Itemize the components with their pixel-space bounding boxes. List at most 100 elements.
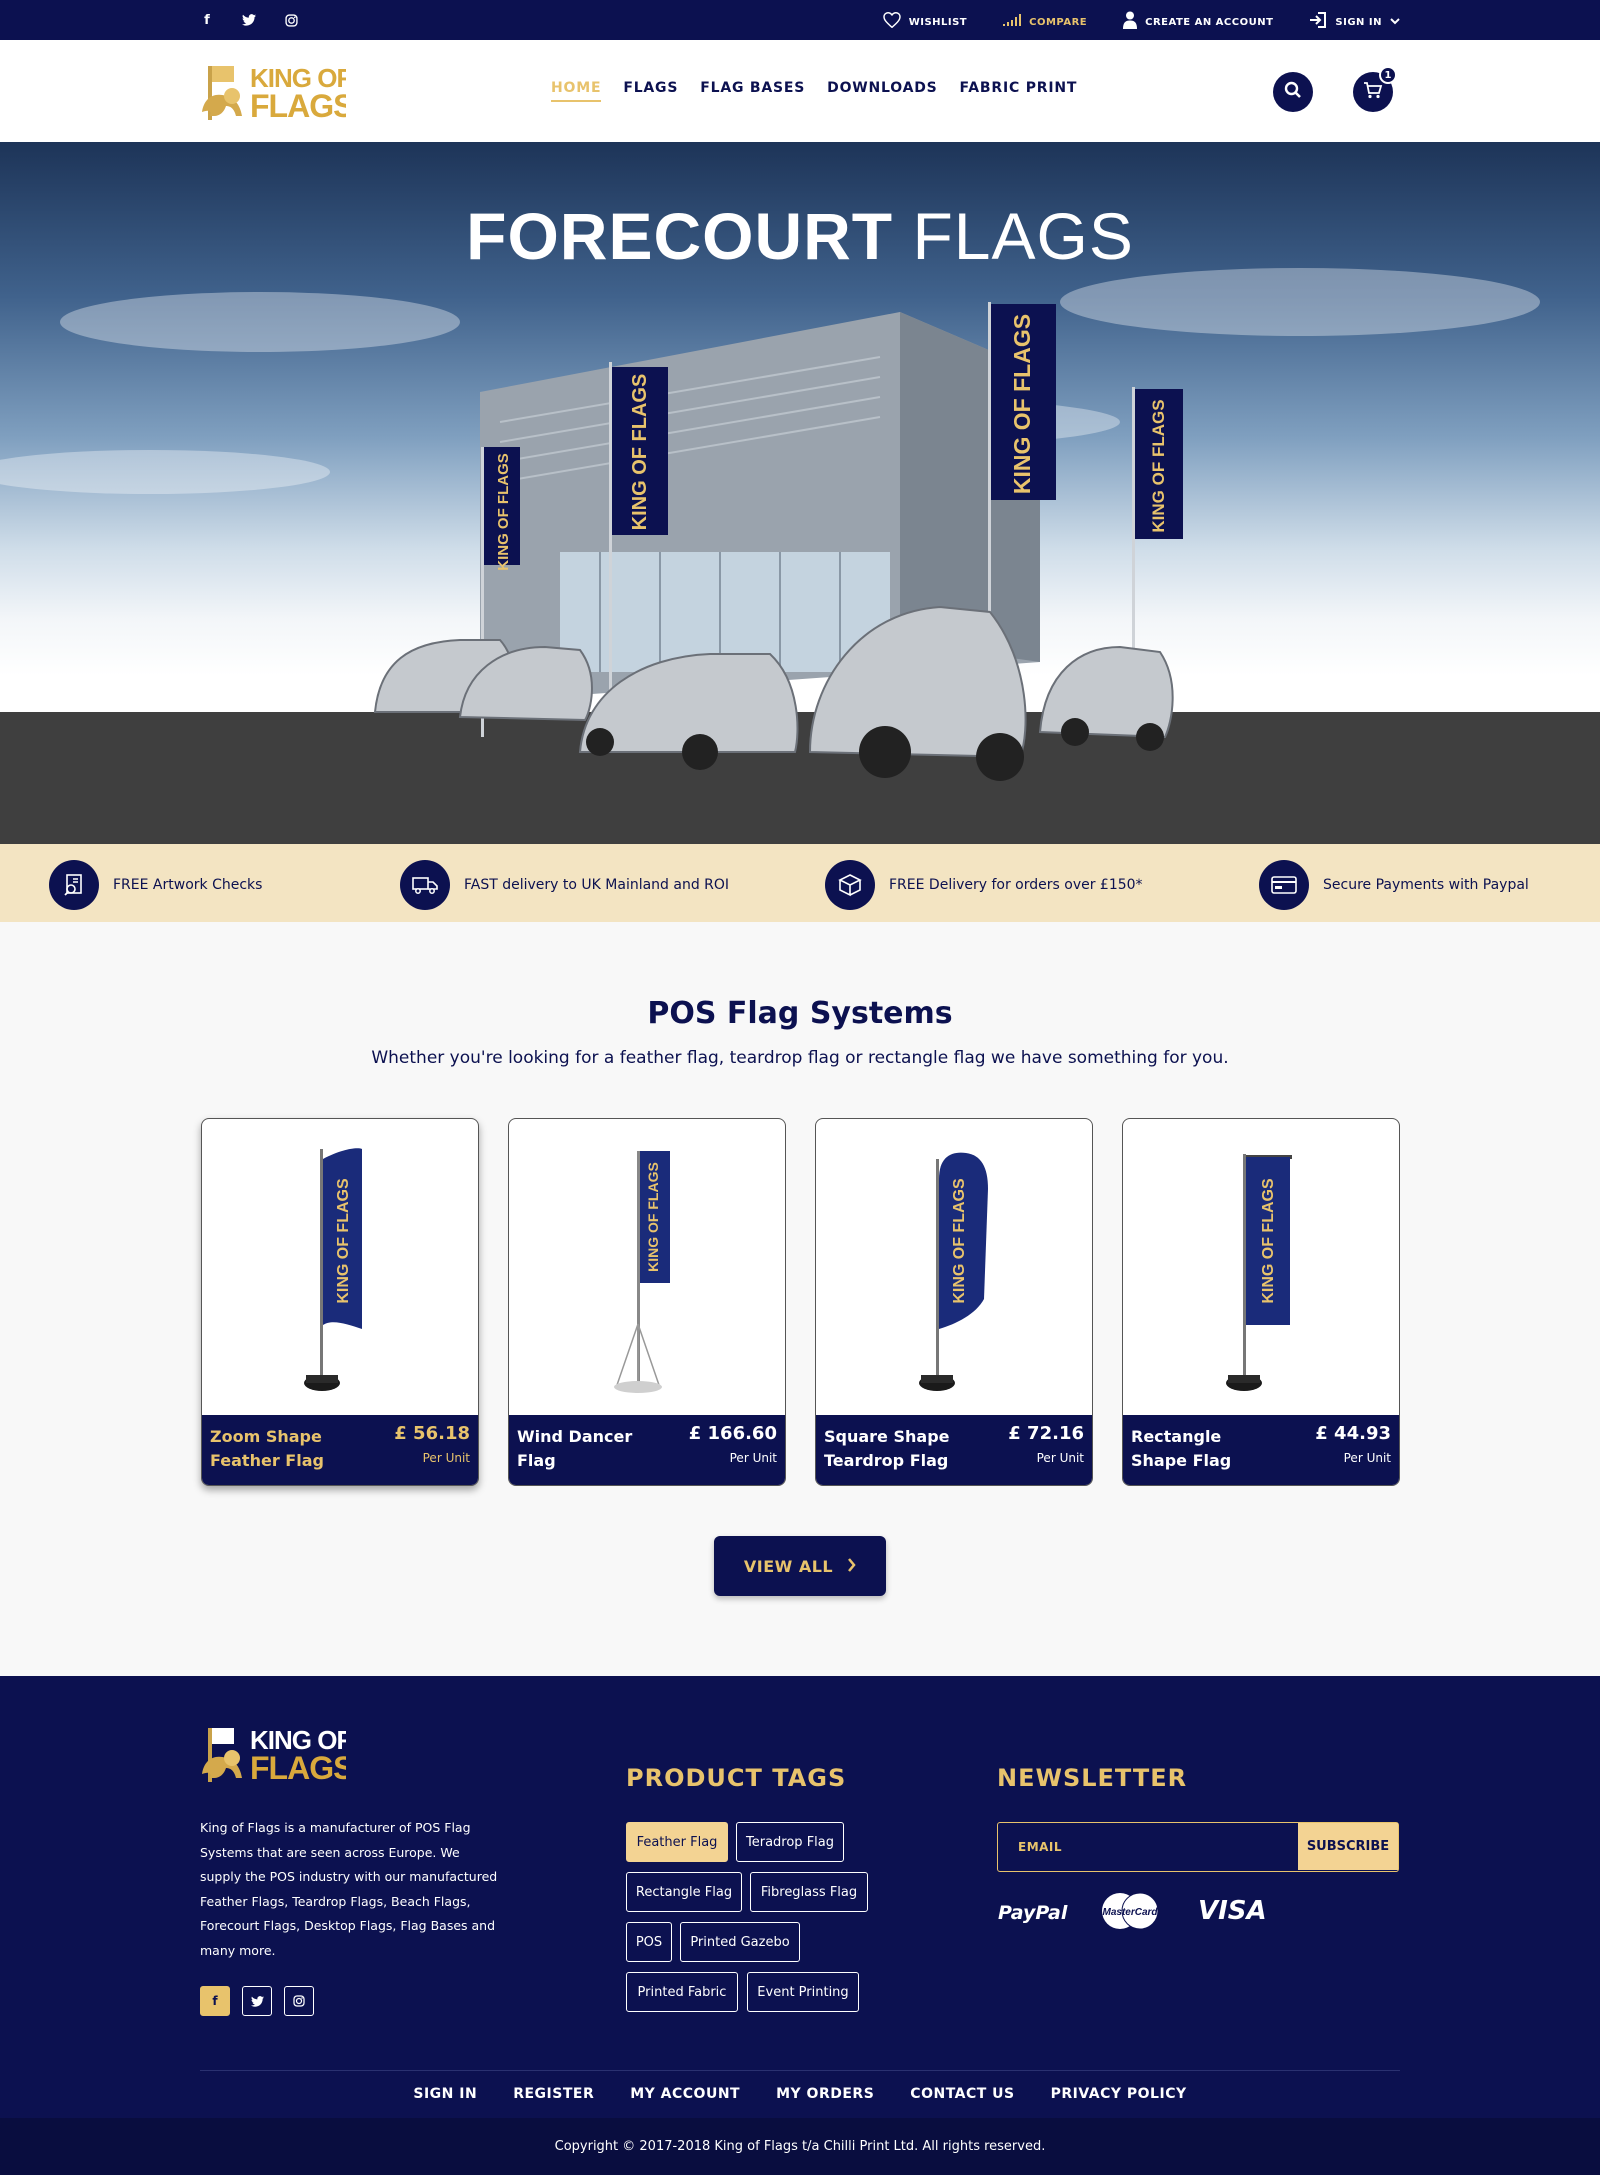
nav-flags[interactable]: FLAGS [623,80,678,102]
product-card-teardrop[interactable]: KING OF FLAGS Square Shape Teardrop Flag… [815,1118,1093,1486]
sign-in-link[interactable]: SIGN IN [1309,12,1400,32]
footer-link-privacy-policy[interactable]: PRIVACY POLICY [1051,2086,1187,2102]
site-logo[interactable]: KING OF FLAGS [200,60,355,124]
feature-artwork-text: FREE Artwork Checks [113,877,263,893]
svg-text:KING OF FLAGS: KING OF FLAGS [951,1178,968,1304]
footer-social-links: f [200,1986,314,2016]
tag-printed-fabric[interactable]: Printed Fabric [626,1972,738,2012]
signal-bars-icon [1003,14,1022,30]
product-unit: Per Unit [729,1451,777,1465]
wind-dancer-flag-image: KING OF FLAGS [614,1151,670,1393]
footer-link-sign-in[interactable]: SIGN IN [413,2086,477,2102]
feature-artwork: FREE Artwork Checks [49,860,262,910]
nav-downloads[interactable]: DOWNLOADS [827,80,937,102]
product-unit: Per Unit [422,1451,470,1465]
svg-text:KING OF FLAGS: KING OF FLAGS [1260,1178,1277,1304]
product-name[interactable]: Wind Dancer Flag [517,1425,667,1473]
feature-fast-delivery-text: FAST delivery to UK Mainland and ROI [464,877,730,893]
tag-fibreglass-flag[interactable]: Fibreglass Flag [750,1872,868,1912]
view-all-label: VIEW ALL [743,1556,834,1576]
footer-link-my-account[interactable]: MY ACCOUNT [630,2086,740,2102]
tag-printed-gazebo[interactable]: Printed Gazebo [680,1922,800,1962]
create-account-label: CREATE AN ACCOUNT [1145,16,1274,28]
section-subtitle: Whether you're looking for a feather fla… [371,1048,1229,1068]
tag-teradrop-flag[interactable]: Teradrop Flag [736,1822,844,1862]
hero-title: FORECOURT FLAGS [0,198,1600,274]
visa-logo: VISA [1198,1896,1267,1926]
sign-in-label: SIGN IN [1335,16,1382,28]
heart-icon [882,11,901,32]
product-tags-heading: PRODUCT TAGS [626,1764,847,1792]
tag-event-printing[interactable]: Event Printing [747,1972,859,2012]
product-card-footer: Zoom Shape Feather Flag £ 56.18 Per Unit [202,1415,478,1485]
subscribe-button[interactable]: SUBSCRIBE [1298,1823,1398,1870]
svg-text:KING OF FLAGS: KING OF FLAGS [335,1178,352,1304]
product-image: KING OF FLAGS [202,1119,478,1417]
feature-secure-payments-text: Secure Payments with Paypal [1323,877,1529,893]
product-name[interactable]: Square Shape Teardrop Flag [824,1425,974,1473]
top-account-links: WISHLIST COMPARE CREATE AN ACCOUNT SIGN … [882,11,1400,33]
wishlist-link[interactable]: WISHLIST [882,11,968,32]
newsletter-heading: NEWSLETTER [997,1764,1188,1792]
truck-icon [400,860,450,910]
product-card-wind-dancer[interactable]: KING OF FLAGS Wind Dancer Flag £ 166.60 … [508,1118,786,1486]
sign-in-icon [1309,12,1327,32]
feature-free-delivery-text: FREE Delivery for orders over £150* [889,877,1143,893]
hero-title-bold: FORECOURT [466,199,894,273]
nav-flag-bases[interactable]: FLAG BASES [700,80,805,102]
view-all-button[interactable]: VIEW ALL [714,1536,886,1596]
search-button[interactable] [1273,72,1313,112]
cart-button[interactable]: 1 [1353,66,1397,112]
artwork-icon [49,860,99,910]
chevron-right-icon [847,1557,856,1576]
features-strip: FREE Artwork Checks FAST delivery to UK … [0,844,1600,922]
nav-fabric-print[interactable]: FABRIC PRINT [960,80,1078,102]
product-name[interactable]: Zoom Shape Feather Flag [210,1425,360,1473]
product-price: £ 72.16 [1008,1423,1084,1444]
search-icon [1284,81,1302,103]
svg-text:KING OF FLAGS: KING OF FLAGS [495,453,512,571]
svg-text:KING OF FLAGS: KING OF FLAGS [645,1162,661,1272]
tag-rectangle-flag[interactable]: Rectangle Flag [626,1872,742,1912]
instagram-icon[interactable] [282,11,300,29]
twitter-icon[interactable] [240,11,258,29]
product-card-rectangle[interactable]: KING OF FLAGS Rectangle Shape Flag £ 44.… [1122,1118,1400,1486]
svg-text:FLAGS: FLAGS [250,1750,346,1786]
tag-pos[interactable]: POS [626,1922,672,1962]
hero-title-light: FLAGS [912,199,1134,273]
svg-text:KING OF FLAGS: KING OF FLAGS [1149,399,1168,532]
paypal-logo: PayPal [998,1902,1068,1924]
footer-link-my-orders[interactable]: MY ORDERS [776,2086,874,2102]
product-image: KING OF FLAGS [1123,1119,1399,1417]
nav-home[interactable]: HOME [551,80,602,102]
svg-text:KING OF FLAGS: KING OF FLAGS [1009,314,1035,494]
create-account-link[interactable]: CREATE AN ACCOUNT [1123,11,1273,33]
footer-links: SIGN IN REGISTER MY ACCOUNT MY ORDERS CO… [0,2086,1600,2102]
compare-link[interactable]: COMPARE [1003,14,1087,30]
instagram-icon[interactable] [284,1986,314,2016]
twitter-icon[interactable] [242,1986,272,2016]
facebook-icon[interactable]: f [200,1986,230,2016]
product-price: £ 56.18 [394,1423,470,1444]
site-header: KING OF FLAGS HOME FLAGS FLAG BASES DOWN… [0,40,1600,142]
site-footer: KING OF FLAGS King of Flags is a manufac… [0,1676,1600,2118]
product-unit: Per Unit [1343,1451,1391,1465]
feature-free-delivery: FREE Delivery for orders over £150* [825,860,1143,910]
product-image: KING OF FLAGS [816,1119,1092,1417]
hero-banner[interactable]: KING OF FLAGS KING OF FLAGS KING OF FLAG… [0,142,1600,844]
product-price: £ 44.93 [1315,1423,1391,1444]
tag-feather-flag[interactable]: Feather Flag [626,1822,728,1862]
product-card-footer: Square Shape Teardrop Flag £ 72.16 Per U… [816,1415,1092,1485]
footer-link-contact-us[interactable]: CONTACT US [910,2086,1014,2102]
product-card-zoom-feather[interactable]: KING OF FLAGS Zoom Shape Feather Flag £ … [201,1118,479,1486]
card-icon [1259,860,1309,910]
cart-count-badge: 1 [1379,66,1397,84]
facebook-icon[interactable]: f [198,11,216,29]
footer-logo[interactable]: KING OF FLAGS [200,1722,355,1786]
product-name[interactable]: Rectangle Shape Flag [1131,1425,1281,1473]
footer-description: King of Flags is a manufacturer of POS F… [200,1820,498,1958]
section-title: POS Flag Systems [647,996,953,1031]
email-field[interactable]: EMAIL [998,1823,1298,1870]
wishlist-label: WISHLIST [908,16,968,28]
footer-link-register[interactable]: REGISTER [513,2086,594,2102]
